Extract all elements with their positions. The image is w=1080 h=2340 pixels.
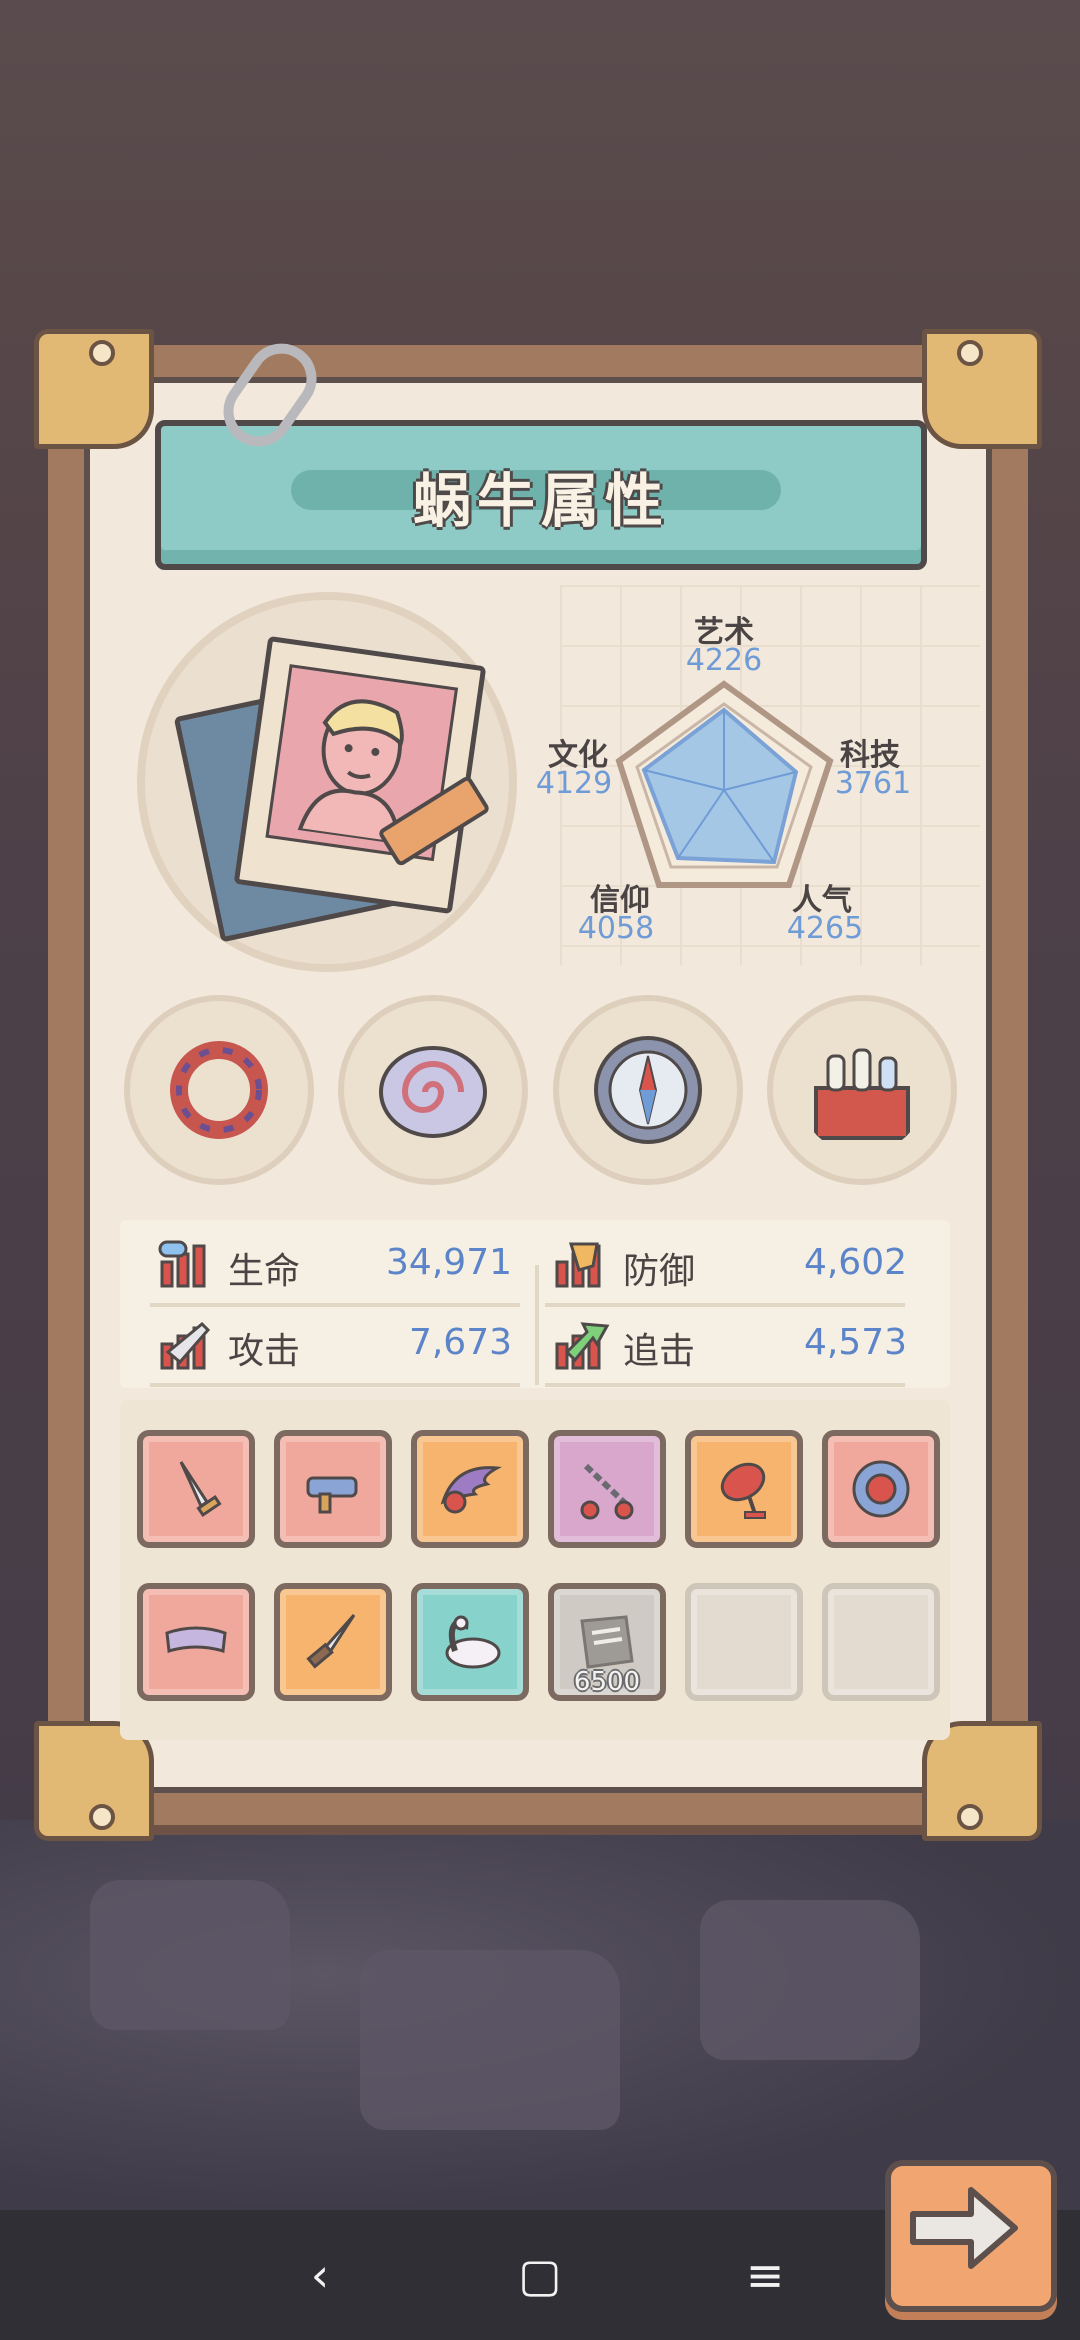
- back-button[interactable]: ‹: [290, 2245, 350, 2305]
- item-slot[interactable]: [548, 1430, 666, 1548]
- recent-apps-button[interactable]: ≡: [735, 2245, 795, 2305]
- hp-label: 生命: [228, 1251, 301, 1292]
- home-button[interactable]: ▢: [510, 2245, 570, 2305]
- item-slot[interactable]: [411, 1430, 529, 1548]
- defense-icon: [555, 1242, 601, 1288]
- attack-value: 7,673: [408, 1322, 512, 1363]
- tentacle-ring-icon: [170, 1041, 268, 1139]
- item-slot-locked[interactable]: 6500: [548, 1583, 666, 1701]
- shield-icon: [852, 1460, 910, 1518]
- rock-decoration: [360, 1950, 620, 2130]
- compass-icon: [594, 1036, 702, 1144]
- radar-value-art: 4226: [685, 643, 763, 678]
- equip-slot-tentacle[interactable]: [124, 995, 314, 1185]
- attack-label: 攻击: [228, 1331, 301, 1372]
- rock-decoration: [700, 1900, 920, 2060]
- chain-icon: [580, 1463, 634, 1520]
- item-slot[interactable]: [685, 1430, 803, 1548]
- rock-decoration: [90, 1880, 290, 2030]
- swan-float-icon: [445, 1615, 501, 1669]
- item-slot[interactable]: [137, 1583, 255, 1701]
- divider: [545, 1303, 905, 1307]
- defense-label: 防御: [623, 1251, 696, 1292]
- radar-value-tech: 3761: [834, 766, 912, 801]
- spiral-shell-icon: [379, 1046, 487, 1138]
- chase-label: 追击: [623, 1331, 696, 1372]
- divider: [535, 1265, 539, 1385]
- radar-chart: [615, 680, 834, 888]
- divider: [150, 1303, 520, 1307]
- bomb-icon: [720, 1462, 766, 1519]
- hp-icon: [158, 1240, 206, 1288]
- item-slot[interactable]: [274, 1583, 392, 1701]
- next-button[interactable]: [885, 2160, 1057, 2312]
- divider: [150, 1383, 520, 1387]
- gun-icon: [306, 1476, 358, 1514]
- wing-icon: [440, 1466, 502, 1514]
- headband-icon: [165, 1626, 227, 1653]
- radar-value-popularity: 4265: [786, 911, 864, 946]
- divider: [545, 1383, 905, 1387]
- chase-value: 4,573: [803, 1322, 907, 1363]
- item-slot[interactable]: [411, 1583, 529, 1701]
- hp-value: 34,971: [386, 1242, 512, 1283]
- item-slot-empty[interactable]: [685, 1583, 803, 1701]
- chase-icon: [555, 1322, 610, 1370]
- item-slot-empty[interactable]: [822, 1583, 940, 1701]
- item-slot[interactable]: [137, 1430, 255, 1548]
- equip-slot-shell[interactable]: [338, 995, 528, 1185]
- radar-value-culture: 4129: [535, 766, 613, 801]
- attack-icon: [160, 1322, 211, 1370]
- defense-value: 4,602: [803, 1242, 907, 1283]
- dagger-icon: [179, 1461, 222, 1517]
- arrow-right-icon: [910, 2187, 1018, 2269]
- item-slot[interactable]: [822, 1430, 940, 1548]
- unlock-cost: 6500: [573, 1667, 641, 1697]
- equip-slot-potions[interactable]: [767, 995, 957, 1185]
- radar-value-faith: 4058: [577, 911, 655, 946]
- item-slot[interactable]: [274, 1430, 392, 1548]
- equip-slot-compass[interactable]: [553, 995, 743, 1185]
- potion-crate-icon: [814, 1048, 910, 1140]
- knife-icon: [306, 1614, 356, 1669]
